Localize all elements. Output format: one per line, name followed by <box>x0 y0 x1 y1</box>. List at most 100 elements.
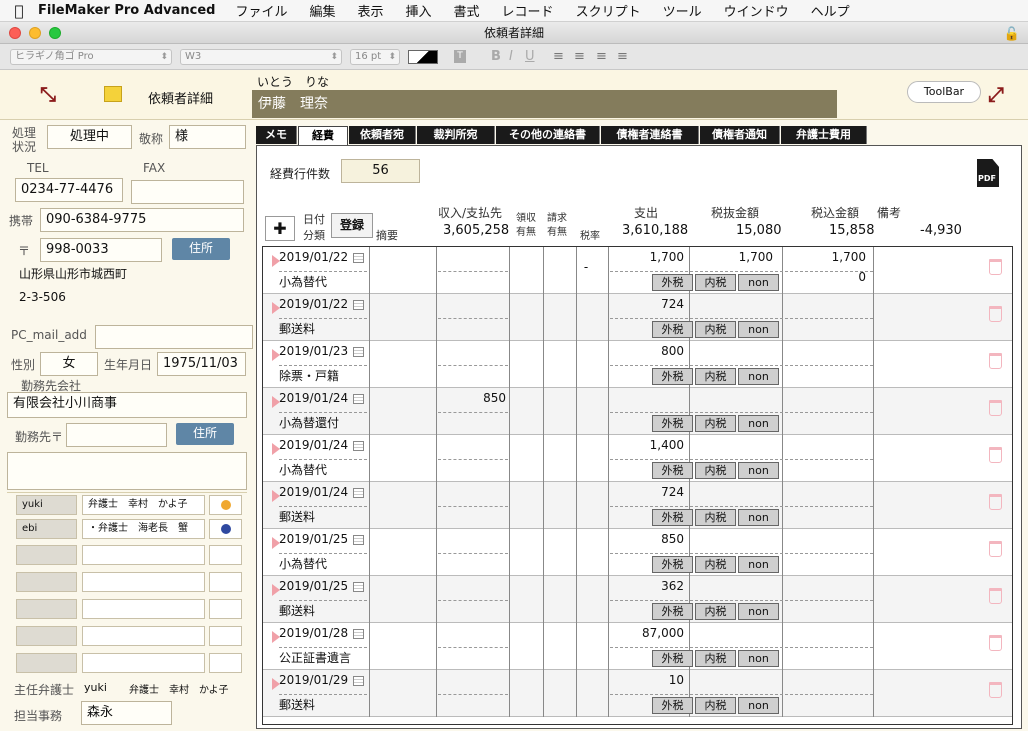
tax-mode-button[interactable]: 外税 <box>652 697 693 714</box>
text-color-swatch[interactable] <box>408 50 438 64</box>
row-pretax[interactable]: 1,700 <box>691 250 773 264</box>
employer-address-field[interactable] <box>7 452 247 490</box>
align-justify-icon[interactable]: ≡ <box>617 49 628 64</box>
row-memo[interactable]: 小為替代 <box>279 555 327 572</box>
tab-4[interactable]: 裁判所宛 <box>417 126 495 144</box>
trash-icon[interactable] <box>989 541 1002 557</box>
lawyer-name-2[interactable]: ・弁護士 海老長 蟹 <box>82 519 205 539</box>
calendar-icon[interactable] <box>353 629 364 639</box>
lawyer-code-empty[interactable] <box>16 599 77 619</box>
lawyer-name-empty[interactable] <box>82 626 205 646</box>
tax-mode-button[interactable]: 内税 <box>695 415 736 432</box>
lawyer-name-empty[interactable] <box>82 545 205 565</box>
pdf-export-button[interactable]: PDF <box>977 159 999 187</box>
collapse-icon[interactable]: ⤡ <box>40 82 56 106</box>
row-expense[interactable]: 10 <box>610 673 684 687</box>
expense-portal[interactable]: 2019/01/22 小為替代 -1,700 1,700 1,700 0 外税 内税 non 20… <box>262 246 1013 725</box>
tax-mode-button[interactable]: non <box>738 650 779 667</box>
fax-field[interactable] <box>131 180 244 204</box>
row-date[interactable]: 2019/01/23 <box>279 344 348 358</box>
row-memo[interactable]: 郵送料 <box>279 696 315 713</box>
pcmail-field[interactable] <box>95 325 253 349</box>
lawyer-status-empty[interactable] <box>209 626 242 646</box>
trash-icon[interactable] <box>989 259 1002 275</box>
lawyer-name-empty[interactable] <box>82 653 205 673</box>
lawyer-code-empty[interactable] <box>16 572 77 592</box>
zip-field[interactable]: 998-0033 <box>40 238 162 262</box>
mobile-field[interactable]: 090-6384-9775 <box>40 208 244 232</box>
lawyer-status-empty[interactable] <box>209 599 242 619</box>
row-expense[interactable]: 724 <box>610 297 684 311</box>
tax-mode-button[interactable]: 内税 <box>695 650 736 667</box>
tax-mode-button[interactable]: 内税 <box>695 274 736 291</box>
tax-mode-button[interactable]: 外税 <box>652 650 693 667</box>
tax-mode-button[interactable]: 内税 <box>695 697 736 714</box>
trash-icon[interactable] <box>989 306 1002 322</box>
row-memo[interactable]: 郵送料 <box>279 320 315 337</box>
menu-item[interactable]: 挿入 <box>406 1 432 20</box>
lawyer-name-empty[interactable] <box>82 572 205 592</box>
bold-button[interactable]: B <box>491 49 501 64</box>
lawyer-status-empty[interactable] <box>209 653 242 673</box>
tab-7[interactable]: 債権者通知 <box>700 126 780 144</box>
highlight-icon[interactable]: T <box>454 50 466 63</box>
lawyer-status-2[interactable] <box>209 519 242 539</box>
tab-2[interactable]: 経費 <box>298 126 348 145</box>
calendar-icon[interactable] <box>353 535 364 545</box>
menu-item[interactable]: レコード <box>502 1 554 20</box>
expense-row[interactable]: 2019/01/24 郵送料 724 外税 内税 non <box>263 482 1012 529</box>
row-memo[interactable]: 除票・戸籍 <box>279 367 339 384</box>
menu-item[interactable]: ウインドウ <box>724 1 789 20</box>
tax-mode-button[interactable]: 外税 <box>652 321 693 338</box>
expense-row[interactable]: 2019/01/29 郵送料 10 外税 内税 non <box>263 670 1012 717</box>
row-date[interactable]: 2019/01/28 <box>279 626 348 640</box>
lawyer-code-empty[interactable] <box>16 545 77 565</box>
row-memo[interactable]: 小為替代 <box>279 461 327 478</box>
tab-1[interactable]: メモ <box>256 126 297 144</box>
row-date[interactable]: 2019/01/29 <box>279 673 348 687</box>
align-right-icon[interactable]: ≡ <box>596 49 607 64</box>
tel-field[interactable]: 0234-77-4476 <box>15 178 123 202</box>
expense-row[interactable]: 2019/01/24 小為替代 1,400 外税 内税 non <box>263 435 1012 482</box>
calendar-icon[interactable] <box>353 300 364 310</box>
font-select[interactable]: ヒラギノ角ゴ Pro <box>10 49 172 65</box>
lawyer-code-1[interactable]: yuki <box>16 495 77 515</box>
trash-icon[interactable] <box>989 447 1002 463</box>
tax-mode-button[interactable]: non <box>738 274 779 291</box>
trash-icon[interactable] <box>989 682 1002 698</box>
tax-mode-button[interactable]: 内税 <box>695 603 736 620</box>
tax-mode-button[interactable]: 内税 <box>695 321 736 338</box>
expense-row[interactable]: 2019/01/22 郵送料 724 外税 内税 non <box>263 294 1012 341</box>
trash-icon[interactable] <box>989 353 1002 369</box>
calendar-icon[interactable] <box>353 676 364 686</box>
menu-item[interactable]: 書式 <box>454 1 480 20</box>
lawyer-name-empty[interactable] <box>82 599 205 619</box>
row-expense[interactable]: 87,000 <box>610 626 684 640</box>
underline-button[interactable]: U <box>525 49 535 64</box>
tax-mode-button[interactable]: 外税 <box>652 462 693 479</box>
app-name-menu[interactable]: FileMaker Pro Advanced <box>38 3 215 18</box>
employer-address-button[interactable]: 住所 <box>176 423 234 445</box>
tax-mode-button[interactable]: 外税 <box>652 274 693 291</box>
trash-icon[interactable] <box>989 400 1002 416</box>
lawyer-code-empty[interactable] <box>16 653 77 673</box>
tax-mode-button[interactable]: 外税 <box>652 368 693 385</box>
row-income[interactable]: 850 <box>438 391 506 405</box>
calendar-icon[interactable] <box>353 441 364 451</box>
expand-icon[interactable]: ⤢ <box>988 82 1004 106</box>
tab-3[interactable]: 依頼者宛 <box>349 126 416 144</box>
lawyer-status-empty[interactable] <box>209 572 242 592</box>
lawyer-status-empty[interactable] <box>209 545 242 565</box>
lawyer-code-empty[interactable] <box>16 626 77 646</box>
menu-item[interactable]: スクリプト <box>576 1 641 20</box>
row-date[interactable]: 2019/01/24 <box>279 391 348 405</box>
trash-icon[interactable] <box>989 635 1002 651</box>
calendar-icon[interactable] <box>353 347 364 357</box>
close-window-button[interactable] <box>9 27 21 39</box>
trash-icon[interactable] <box>989 588 1002 604</box>
row-expense[interactable]: 362 <box>610 579 684 593</box>
lawyer-status-1[interactable] <box>209 495 242 515</box>
row-date[interactable]: 2019/01/22 <box>279 297 348 311</box>
lawyer-code-2[interactable]: ebi <box>16 519 77 539</box>
add-row-button[interactable]: ✚ <box>265 216 295 241</box>
